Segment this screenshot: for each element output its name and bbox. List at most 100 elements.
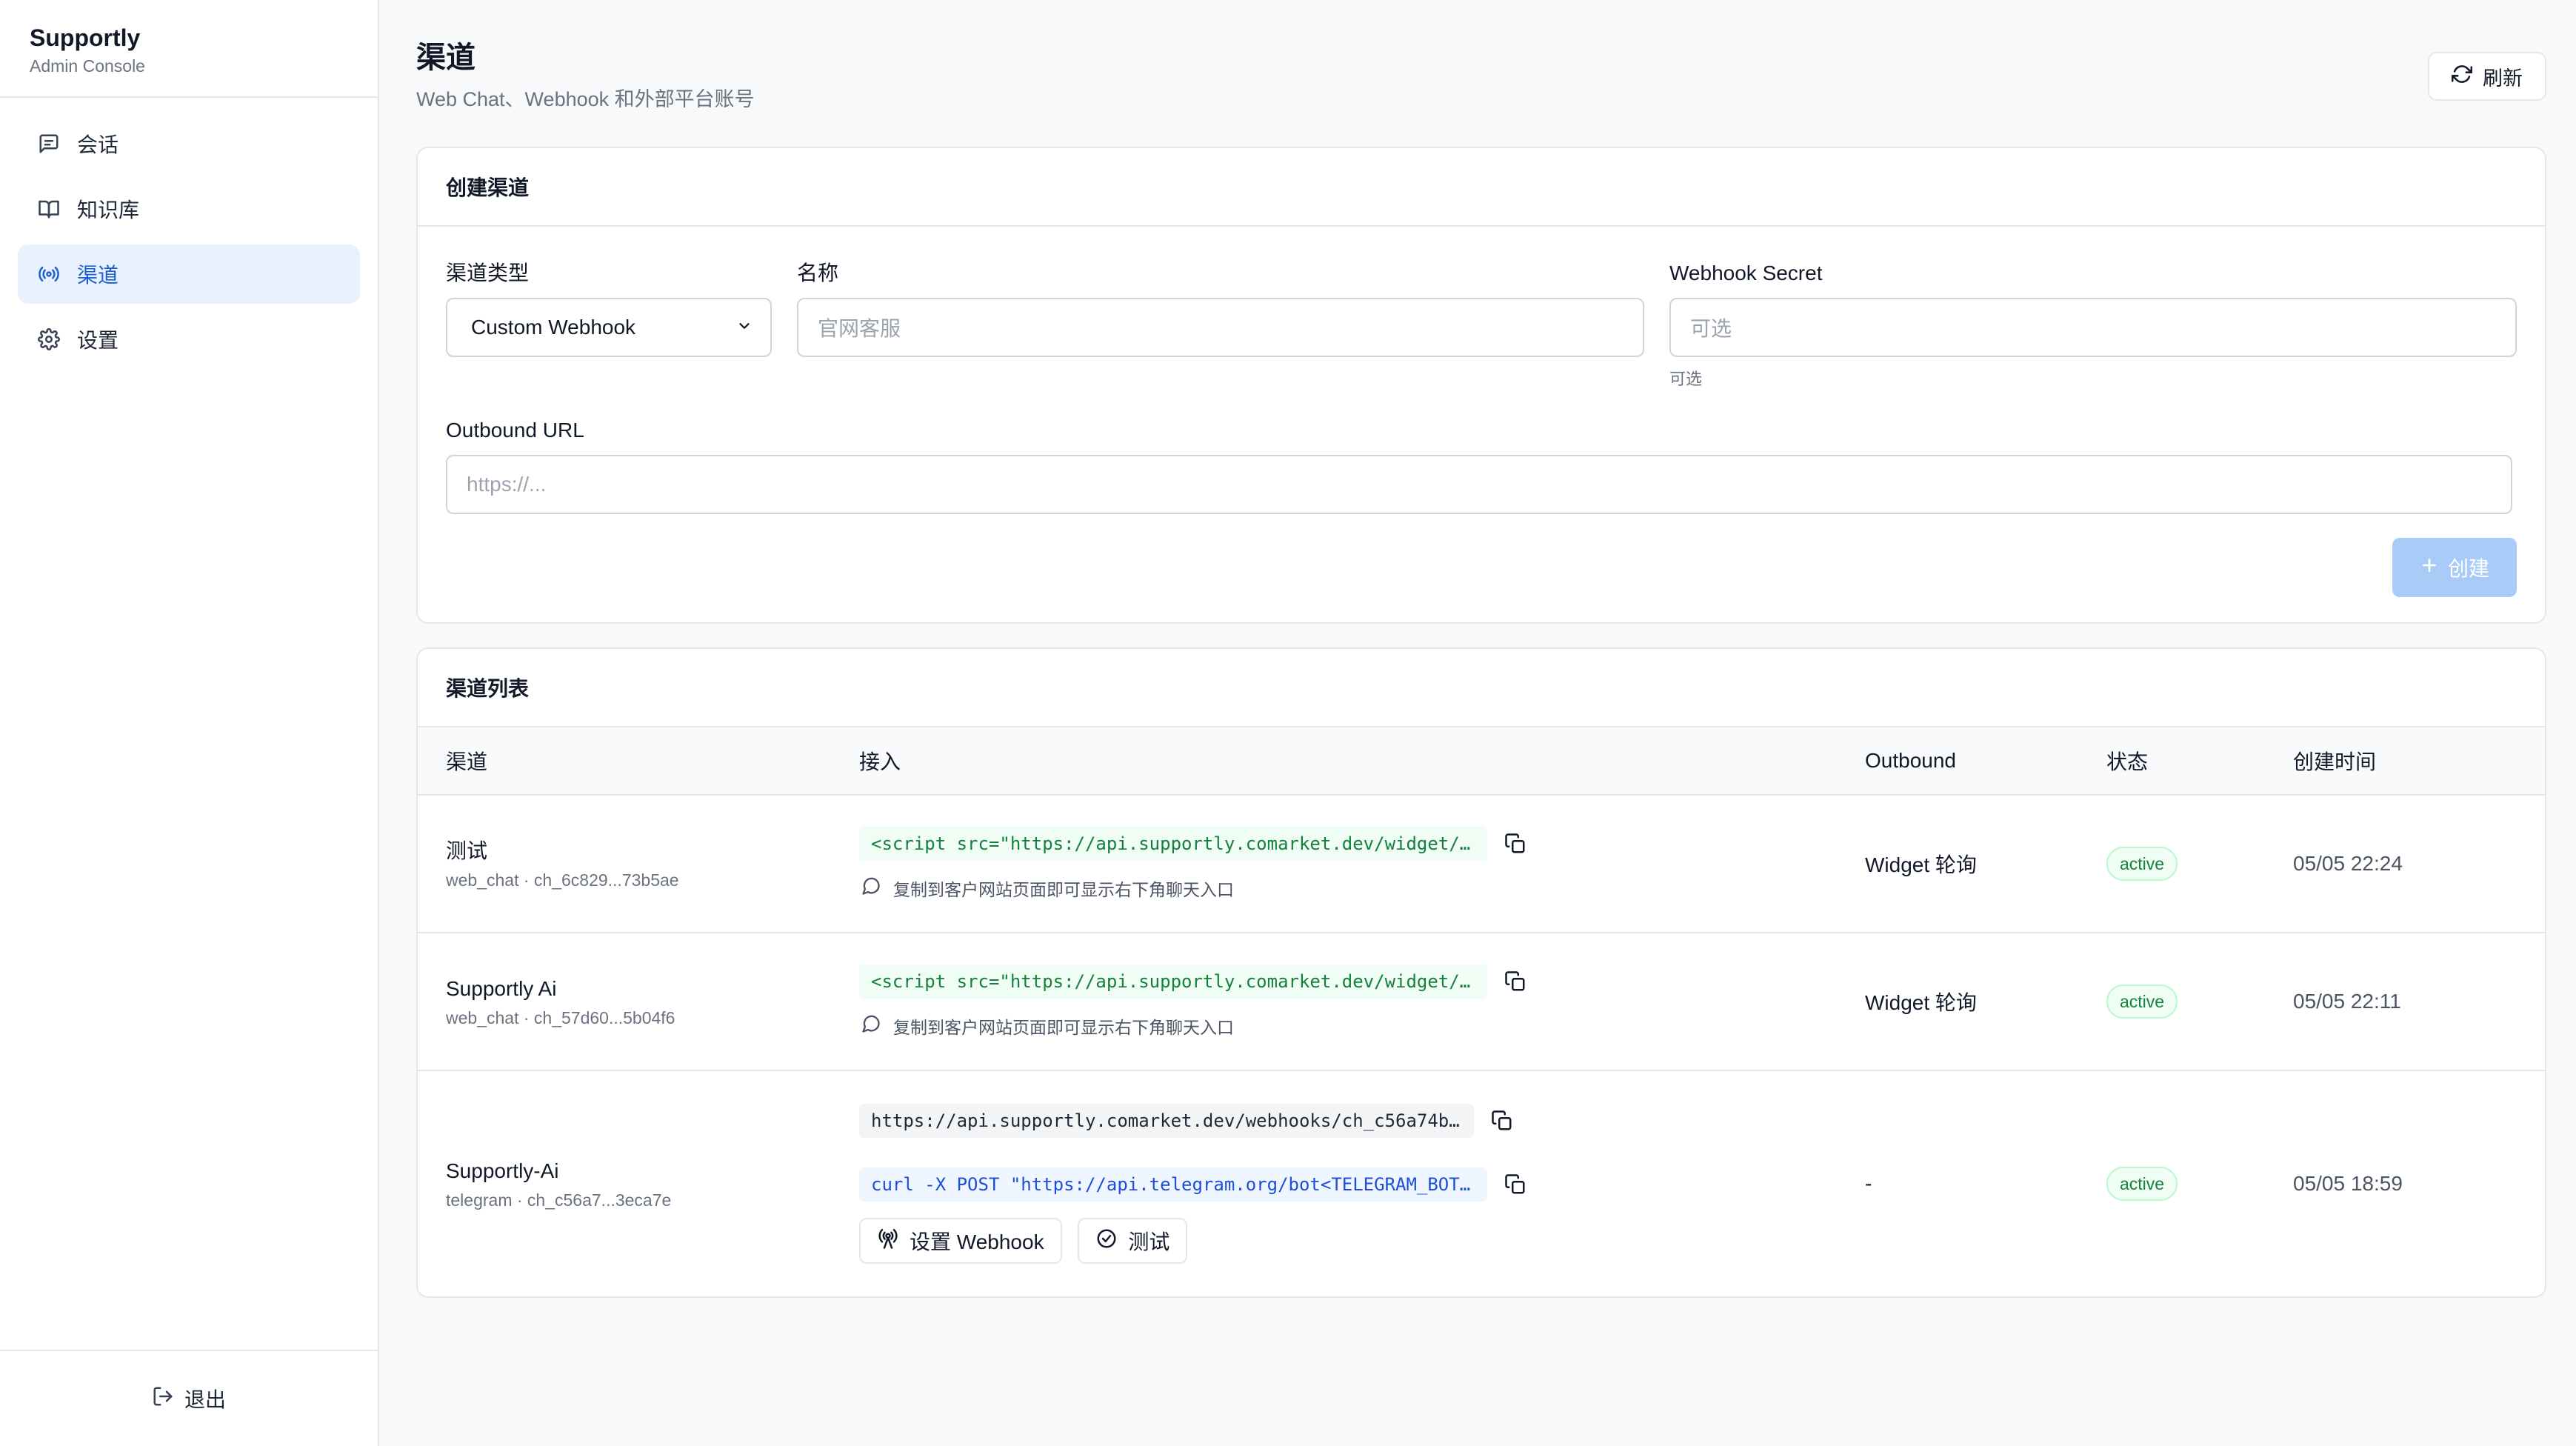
created-time: 05/05 18:59 bbox=[2293, 1172, 2403, 1195]
test-button[interactable]: 测试 bbox=[1078, 1218, 1188, 1264]
embed-note: 复制到客户网站页面即可显示右下角聊天入口 bbox=[859, 1013, 1865, 1039]
antenna-icon bbox=[877, 1227, 899, 1255]
access-cell: <script src="https://api.supportly.comar… bbox=[859, 964, 1865, 1039]
sidebar-item-label: 渠道 bbox=[77, 264, 119, 287]
refresh-label: 刷新 bbox=[2483, 67, 2523, 90]
logout-button[interactable]: 退出 bbox=[152, 1384, 226, 1413]
list-card-header: 渠道列表 bbox=[418, 649, 2545, 727]
created-time: 05/05 22:24 bbox=[2293, 852, 2403, 875]
logout-icon bbox=[152, 1385, 174, 1413]
access-cell: <script src="https://api.supportly.comar… bbox=[859, 827, 1865, 901]
create-channel-card: 创建渠道 渠道类型 Custom Webhook 名称 官网客服 Webhook… bbox=[416, 147, 2546, 624]
name-input[interactable]: 官网客服 bbox=[797, 298, 1644, 357]
chat-bubble-icon bbox=[861, 1013, 881, 1039]
column-header-created: 创建时间 bbox=[2293, 750, 2377, 773]
sidebar-nav: 会话 知识库 渠道 设置 bbox=[0, 98, 378, 1350]
webhook-url-snippet[interactable]: https://api.supportly.comarket.dev/webho… bbox=[859, 1104, 1474, 1138]
outbound-value: Widget 轮询 bbox=[1865, 853, 1977, 876]
webhook-secret-hint: 可选 bbox=[1669, 370, 1703, 388]
name-label: 名称 bbox=[797, 261, 839, 284]
channel-type-value: Custom Webhook bbox=[471, 316, 636, 339]
sidebar-item-knowledge[interactable]: 知识库 bbox=[18, 179, 360, 239]
sidebar-item-channels[interactable]: 渠道 bbox=[18, 244, 360, 304]
sidebar-item-label: 设置 bbox=[77, 329, 119, 352]
channel-cell: Supportly Ai web_chat · ch_57d60...5b04f… bbox=[418, 976, 859, 1028]
channel-type-label: 渠道类型 bbox=[446, 261, 530, 284]
webhook-secret-label: Webhook Secret bbox=[1669, 261, 1823, 284]
book-icon bbox=[36, 196, 62, 222]
message-icon bbox=[36, 130, 62, 157]
create-button[interactable]: 创建 bbox=[2392, 538, 2517, 597]
status-badge: active bbox=[2106, 847, 2178, 881]
radio-icon bbox=[36, 261, 62, 287]
test-label: 测试 bbox=[1128, 1230, 1170, 1253]
webhook-secret-input[interactable]: 可选 bbox=[1669, 298, 2517, 357]
column-header-outbound: Outbound bbox=[1865, 749, 1956, 772]
gear-icon bbox=[36, 326, 62, 353]
page-subtitle: Web Chat、Webhook 和外部平台账号 bbox=[416, 88, 755, 110]
embed-note-text: 复制到客户网站页面即可显示右下角聊天入口 bbox=[893, 880, 1234, 899]
channel-cell: Supportly-Ai telegram · ch_c56a7...3eca7… bbox=[418, 1158, 859, 1210]
channel-meta: web_chat · ch_57d60...5b04f6 bbox=[446, 1007, 675, 1027]
copy-icon[interactable] bbox=[1502, 1171, 1529, 1198]
refresh-button[interactable]: 刷新 bbox=[2428, 52, 2546, 101]
outbound-url-label: Outbound URL bbox=[446, 419, 584, 442]
create-button-label: 创建 bbox=[2447, 557, 2489, 580]
status-cell: active bbox=[2106, 1167, 2293, 1201]
main-content: 渠道 Web Chat、Webhook 和外部平台账号 刷新 创建渠道 渠道类型 bbox=[379, 0, 2576, 1446]
brand-subtitle: Admin Console bbox=[30, 56, 145, 76]
outbound-url-field: Outbound URL https://... bbox=[446, 418, 2517, 514]
status-badge: active bbox=[2106, 1167, 2178, 1201]
sidebar: Supportly Admin Console 会话 知识库 渠道 设置 退出 bbox=[0, 0, 379, 1446]
table-row: Supportly-Ai telegram · ch_c56a7...3eca7… bbox=[418, 1071, 2545, 1296]
logout-label: 退出 bbox=[184, 1388, 226, 1411]
channel-type-field: 渠道类型 Custom Webhook bbox=[446, 261, 772, 390]
embed-code-snippet[interactable]: <script src="https://api.supportly.comar… bbox=[859, 827, 1487, 861]
chevron-down-icon bbox=[736, 316, 753, 339]
curl-command-snippet[interactable]: curl -X POST "https://api.telegram.org/b… bbox=[859, 1167, 1487, 1202]
table-header: 渠道 接入 Outbound 状态 创建时间 bbox=[418, 727, 2545, 796]
plus-icon bbox=[2420, 556, 2439, 580]
brand: Supportly Admin Console bbox=[0, 0, 378, 98]
column-header-access: 接入 bbox=[859, 750, 901, 773]
channel-name: 测试 bbox=[446, 839, 488, 862]
embed-code-snippet[interactable]: <script src="https://api.supportly.comar… bbox=[859, 964, 1487, 999]
channel-meta: web_chat · ch_6c829...73b5ae bbox=[446, 870, 679, 890]
brand-name: Supportly bbox=[30, 24, 141, 51]
table-row: Supportly Ai web_chat · ch_57d60...5b04f… bbox=[418, 933, 2545, 1071]
channel-name: Supportly-Ai bbox=[446, 1159, 559, 1182]
webhook-secret-field: Webhook Secret 可选 可选 bbox=[1669, 261, 2517, 390]
sidebar-item-conversations[interactable]: 会话 bbox=[18, 114, 360, 173]
channel-name: Supportly Ai bbox=[446, 976, 557, 1000]
chat-bubble-icon bbox=[861, 876, 881, 901]
set-webhook-label: 设置 Webhook bbox=[910, 1230, 1044, 1253]
refresh-icon bbox=[2451, 64, 2473, 90]
page-header: 渠道 Web Chat、Webhook 和外部平台账号 刷新 bbox=[416, 0, 2546, 147]
page-title: 渠道 bbox=[416, 41, 476, 74]
copy-icon[interactable] bbox=[1502, 830, 1529, 857]
channel-list-card: 渠道列表 渠道 接入 Outbound 状态 创建时间 测试 web_chat … bbox=[416, 647, 2546, 1298]
embed-note: 复制到客户网站页面即可显示右下角聊天入口 bbox=[859, 876, 1865, 901]
create-card-title: 创建渠道 bbox=[446, 176, 530, 199]
outbound-url-input[interactable]: https://... bbox=[446, 455, 2512, 514]
sidebar-item-label: 会话 bbox=[77, 133, 119, 156]
access-cell: https://api.supportly.comarket.dev/webho… bbox=[859, 1104, 1865, 1264]
outbound-value: Widget 轮询 bbox=[1865, 991, 1977, 1014]
created-time: 05/05 22:11 bbox=[2293, 990, 2401, 1013]
channel-meta: telegram · ch_c56a7...3eca7e bbox=[446, 1190, 672, 1210]
row-actions: 设置 Webhook 测试 bbox=[859, 1218, 1865, 1264]
status-cell: active bbox=[2106, 984, 2293, 1019]
set-webhook-button[interactable]: 设置 Webhook bbox=[859, 1218, 1062, 1264]
copy-icon[interactable] bbox=[1489, 1107, 1515, 1134]
channel-type-select[interactable]: Custom Webhook bbox=[446, 298, 772, 357]
sidebar-footer: 退出 bbox=[0, 1350, 378, 1446]
list-card-title: 渠道列表 bbox=[446, 677, 530, 700]
sidebar-item-settings[interactable]: 设置 bbox=[18, 310, 360, 369]
status-cell: active bbox=[2106, 847, 2293, 881]
copy-icon[interactable] bbox=[1502, 968, 1529, 995]
channel-cell: 测试 web_chat · ch_6c829...73b5ae bbox=[418, 838, 859, 890]
embed-note-text: 复制到客户网站页面即可显示右下角聊天入口 bbox=[893, 1018, 1234, 1037]
check-circle-icon bbox=[1095, 1227, 1118, 1255]
create-card-header: 创建渠道 bbox=[418, 148, 2545, 227]
status-badge: active bbox=[2106, 984, 2178, 1019]
